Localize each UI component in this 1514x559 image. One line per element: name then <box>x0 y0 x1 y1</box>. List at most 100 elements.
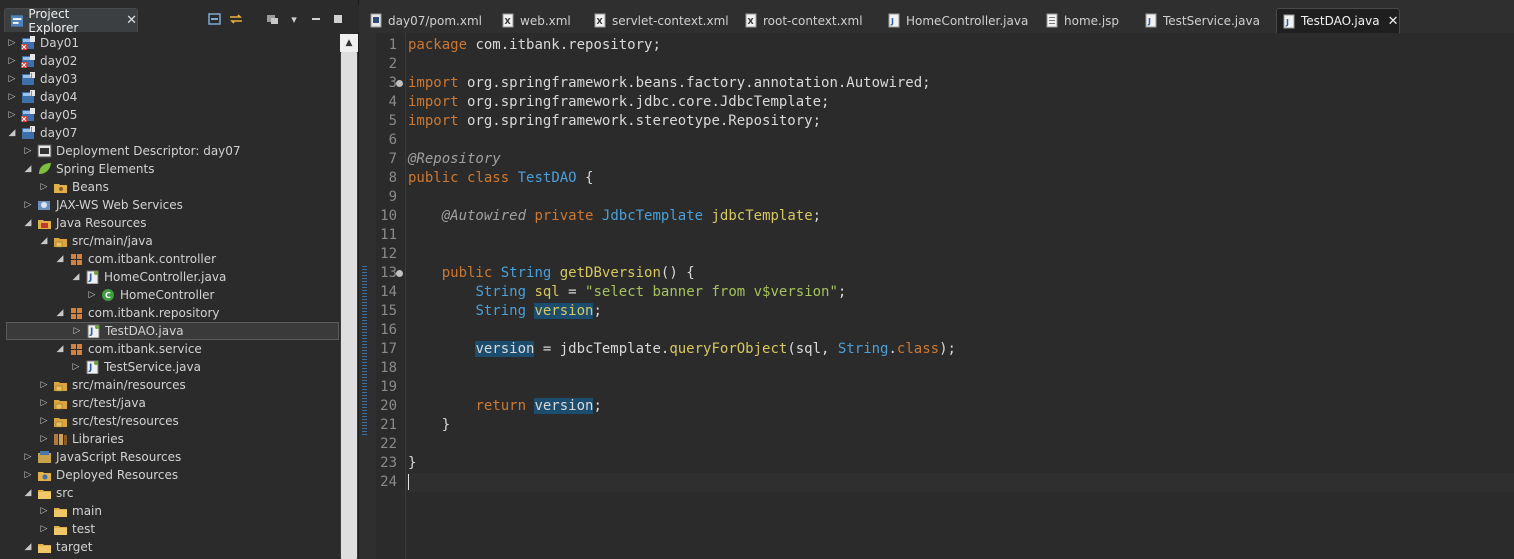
collapsed-arrow-icon[interactable]: ▷ <box>6 38 18 48</box>
expanded-arrow-icon[interactable]: ◢ <box>54 344 66 354</box>
editor-tab[interactable]: J HomeController.java <box>882 8 1037 33</box>
collapsed-arrow-icon[interactable]: ▷ <box>22 146 34 156</box>
collapsed-arrow-icon[interactable]: ▷ <box>38 416 50 426</box>
tree-item[interactable]: ▷ Deployment Descriptor: day07 <box>22 142 241 160</box>
code-line[interactable]: import org.springframework.beans.factory… <box>408 74 931 93</box>
tree-item[interactable]: ▷ test <box>38 520 96 538</box>
fold-toggle-icon[interactable] <box>396 270 403 277</box>
code-line[interactable]: return version; <box>408 397 602 416</box>
collapsed-arrow-icon[interactable]: ▷ <box>38 506 50 516</box>
collapsed-arrow-icon[interactable]: ▷ <box>38 434 50 444</box>
code-text[interactable]: package com.itbank.repository; import org… <box>406 33 1514 559</box>
collapse-all-icon[interactable] <box>203 11 225 27</box>
tree-item[interactable]: ◢ Java Resources <box>22 214 147 232</box>
collapsed-arrow-icon[interactable]: ▷ <box>38 182 50 192</box>
expanded-arrow-icon[interactable]: ◢ <box>6 128 18 138</box>
collapsed-arrow-icon[interactable]: ▷ <box>6 56 18 66</box>
editor-tab[interactable]: day07/pom.xml <box>364 8 492 33</box>
tree-item[interactable]: ▷ JavaScript Resources <box>22 448 182 466</box>
tree-item[interactable]: ▷ J TestDAO.java <box>6 322 339 340</box>
code-line[interactable]: @Autowired private JdbcTemplate jdbcTemp… <box>408 207 821 226</box>
editor-tab[interactable]: Xservlet-context.xml <box>588 8 736 33</box>
explorer-toolbar: ▾ <box>203 11 349 27</box>
code-line[interactable]: String sql = "select banner from v$versi… <box>408 283 846 302</box>
tree-item[interactable]: ▷ main <box>38 502 102 520</box>
code-editor[interactable]: 1 2 3 4 5 6 7 8 9 10 11 12 13 14 15 16 17 18 19 20 21 22 23 24 … <box>362 33 1514 559</box>
tree-item[interactable]: ◢ com.itbank.controller <box>54 250 217 268</box>
collapsed-arrow-icon[interactable]: ▷ <box>6 74 18 84</box>
editor-tab[interactable]: J TestDAO.java ✕ <box>1276 8 1400 33</box>
code-line[interactable]: @Repository <box>408 150 501 169</box>
collapsed-arrow-icon[interactable]: ▷ <box>22 470 34 480</box>
collapsed-arrow-icon[interactable]: ▷ <box>6 92 18 102</box>
tree-item[interactable]: ▷ Beans <box>38 178 109 196</box>
tree-item[interactable]: ▷ day02 <box>6 52 77 70</box>
editor-tab[interactable]: Xweb.xml <box>496 8 584 33</box>
editor-tab[interactable]: Xroot-context.xml <box>739 8 879 33</box>
link-with-editor-icon[interactable] <box>225 11 247 27</box>
expanded-arrow-icon[interactable]: ◢ <box>22 218 34 228</box>
tree-item[interactable]: ◢ com.itbank.repository <box>54 304 220 322</box>
tree-item[interactable]: ◢ Jday07 <box>6 124 77 142</box>
tree-item[interactable]: ◢ J HomeController.java <box>70 268 226 286</box>
code-line[interactable]: import org.springframework.stereotype.Re… <box>408 112 821 131</box>
scroll-thumb[interactable] <box>341 52 357 559</box>
tree-item[interactable]: ▷ Jday03 <box>6 70 77 88</box>
tree-item[interactable]: ◢ com.itbank.service <box>54 340 202 358</box>
code-line[interactable]: version = jdbcTemplate.queryForObject(sq… <box>408 340 956 359</box>
code-line[interactable]: public class TestDAO { <box>408 169 593 188</box>
tree-item[interactable]: ▷ Libraries <box>38 430 124 448</box>
tree-item[interactable]: ▷ JAX-WS Web Services <box>22 196 183 214</box>
expanded-arrow-icon[interactable]: ◢ <box>54 254 66 264</box>
view-menu-icon[interactable]: ▾ <box>283 11 305 27</box>
collapsed-arrow-icon[interactable]: ▷ <box>6 110 18 120</box>
tree-item[interactable]: ◢ target <box>22 538 93 556</box>
fold-toggle-icon[interactable] <box>396 80 403 87</box>
tree-item[interactable]: ▷ J TestService.java <box>70 358 201 376</box>
collapsed-arrow-icon[interactable]: ▷ <box>22 452 34 462</box>
scroll-up-icon[interactable]: ▲ <box>340 34 358 52</box>
collapsed-arrow-icon[interactable]: ▷ <box>22 200 34 210</box>
line-number-gutter: 1 2 3 4 5 6 7 8 9 10 11 12 13 14 15 16 17 18 19 20 21 22 23 24 <box>376 33 406 559</box>
code-line[interactable]: } <box>408 454 416 473</box>
collapsed-arrow-icon[interactable]: ▷ <box>71 326 83 336</box>
expanded-arrow-icon[interactable]: ◢ <box>38 236 50 246</box>
code-line[interactable] <box>408 473 409 492</box>
tree-item[interactable]: ◢ Spring Elements <box>22 160 155 178</box>
tree-item[interactable]: ▷ Day01 <box>6 34 79 52</box>
collapsed-arrow-icon[interactable]: ▷ <box>38 524 50 534</box>
minimize-icon[interactable] <box>305 11 327 27</box>
tree-item[interactable]: ▷ src/main/resources <box>38 376 186 394</box>
code-line[interactable]: public String getDBversion() { <box>408 264 695 283</box>
expanded-arrow-icon[interactable]: ◢ <box>54 308 66 318</box>
expanded-arrow-icon[interactable]: ◢ <box>22 164 34 174</box>
tree-item[interactable]: ▷ src/test/resources <box>38 412 179 430</box>
expanded-arrow-icon[interactable]: ◢ <box>70 272 82 282</box>
code-line[interactable]: String version; <box>408 302 602 321</box>
line-number: 13 <box>380 265 397 281</box>
tree-item[interactable]: ◢ src/main/java <box>38 232 153 250</box>
editor-tab[interactable]: J TestService.java <box>1139 8 1273 33</box>
expanded-arrow-icon[interactable]: ◢ <box>22 488 34 498</box>
collapsed-arrow-icon[interactable]: ▷ <box>38 380 50 390</box>
focus-icon[interactable] <box>261 11 283 27</box>
collapsed-arrow-icon[interactable]: ▷ <box>38 398 50 408</box>
tree-item[interactable]: ▷ src/test/java <box>38 394 146 412</box>
tree-item[interactable]: ◢ src <box>22 484 74 502</box>
explorer-scrollbar[interactable]: ▲ <box>340 34 358 559</box>
close-icon[interactable]: ✕ <box>1388 14 1399 29</box>
maximize-icon[interactable] <box>327 11 349 27</box>
collapsed-arrow-icon[interactable]: ▷ <box>86 290 98 300</box>
tree-item[interactable]: ▷ Jday04 <box>6 88 77 106</box>
editor-tab[interactable]: home.jsp <box>1040 8 1136 33</box>
code-line[interactable]: import org.springframework.jdbc.core.Jdb… <box>408 93 829 112</box>
code-line[interactable]: } <box>408 416 450 435</box>
close-icon[interactable]: ✕ <box>126 13 137 28</box>
code-line[interactable]: package com.itbank.repository; <box>408 36 661 55</box>
tree-item[interactable]: ▷ Deployed Resources <box>22 466 179 484</box>
collapsed-arrow-icon[interactable]: ▷ <box>70 362 82 372</box>
tree-item[interactable]: ▷ C HomeController <box>86 286 215 304</box>
tree-item[interactable]: ▷ day05 <box>6 106 77 124</box>
project-explorer-tab[interactable]: Project Explorer ✕ <box>4 7 138 35</box>
expanded-arrow-icon[interactable]: ◢ <box>22 542 34 552</box>
